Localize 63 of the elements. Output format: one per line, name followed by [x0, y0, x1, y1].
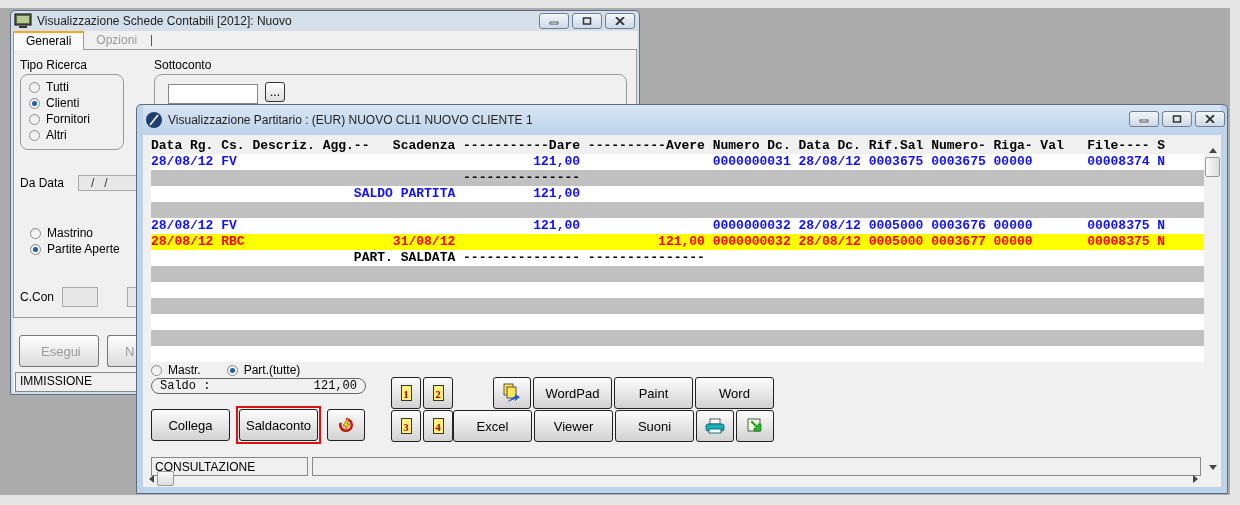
tab[interactable]: Generali [13, 31, 85, 50]
export-button[interactable] [736, 410, 774, 442]
printer-icon [705, 418, 725, 434]
print-button[interactable] [696, 410, 734, 442]
account-field[interactable] [168, 84, 258, 104]
field-label: C.Con [20, 290, 54, 304]
status-panel: CONSULTAZIONE [151, 457, 308, 476]
list-row[interactable]: PART. SALDATA --------------- --------------- [151, 250, 1204, 266]
browse-button[interactable]: ... [265, 82, 285, 102]
action-button[interactable]: Viewer [534, 410, 613, 442]
page-button[interactable]: 2 [423, 377, 453, 409]
action-button[interactable]: Word [695, 377, 774, 409]
action-button[interactable]: Collega [151, 409, 230, 441]
radio-option[interactable]: Tutti [29, 79, 69, 95]
scroll-up-icon[interactable] [1208, 148, 1217, 153]
radio-option[interactable]: Clienti [29, 95, 80, 111]
list-row[interactable]: --------------- [151, 170, 1204, 186]
group-label: Sottoconto [154, 58, 213, 72]
maximize-button[interactable] [1162, 111, 1192, 127]
list-row[interactable]: 28/08/12 RBC 31/08/12 121,00 0000000032 28/08/12 0005000 0003677 00000 00008375 N [151, 234, 1204, 250]
group-label: Tipo Ricerca [20, 58, 88, 72]
input-field[interactable] [62, 287, 98, 307]
balance-label: Saldo : [160, 379, 211, 393]
action-button[interactable]: Excel [453, 410, 532, 442]
minimize-button[interactable] [1129, 111, 1159, 127]
radio-option[interactable]: Fornitori [29, 111, 90, 127]
page-button[interactable]: 4 [423, 410, 453, 442]
close-button[interactable] [1195, 111, 1225, 127]
scroll-down-icon[interactable] [1208, 465, 1217, 470]
documents-icon [502, 383, 522, 403]
field-label: Da Data [20, 176, 65, 190]
pen-icon [145, 111, 163, 129]
radio-option[interactable]: Partite Aperte [30, 241, 120, 257]
refresh-button[interactable] [327, 409, 365, 441]
minimize-button[interactable] [539, 13, 569, 29]
action-button[interactable]: Suoni [615, 410, 694, 442]
balance-value: 121,00 [313, 379, 357, 393]
maximize-icon [1172, 115, 1182, 123]
page-button[interactable]: 3 [391, 410, 421, 442]
page-button[interactable]: 1 [391, 377, 421, 409]
close-icon [1205, 115, 1215, 123]
list-row[interactable]: SALDO PARTITA 121,00 [151, 186, 1204, 202]
copy-button[interactable] [493, 377, 531, 409]
scroll-left-icon[interactable] [149, 474, 154, 483]
list-row[interactable]: 28/08/12 FV 121,00 0000000031 28/08/12 0003675 0003675 00000 00008374 N [151, 154, 1204, 170]
maximize-icon [582, 17, 592, 25]
action-button[interactable]: Paint [614, 377, 693, 409]
list-row[interactable]: 28/08/12 FV 121,00 0000000032 28/08/12 0005000 0003676 00000 00008375 N [151, 218, 1204, 234]
scroll-thumb[interactable] [157, 471, 174, 486]
close-button[interactable] [605, 13, 635, 29]
date-field[interactable]: / / [78, 175, 139, 191]
close-icon [615, 17, 625, 25]
radio-option[interactable]: Altri [29, 127, 67, 143]
scroll-thumb[interactable] [1205, 157, 1220, 177]
monitor-icon [14, 13, 32, 29]
lightning-icon [337, 416, 355, 434]
window-title: Visualizzazione Partitario : (EUR) NUOVO CLI1 NUOVO CLIENTE 1 [168, 113, 534, 127]
scroll-right-icon[interactable] [1193, 474, 1198, 483]
action-button[interactable]: Saldaconto [239, 409, 318, 441]
maximize-button[interactable] [572, 13, 602, 29]
action-button[interactable]: WordPad [533, 377, 612, 409]
window-title: Visualizzazione Schede Contabili [2012]: Nuovo [37, 14, 293, 28]
radio-option[interactable]: Mastrino [30, 225, 93, 241]
